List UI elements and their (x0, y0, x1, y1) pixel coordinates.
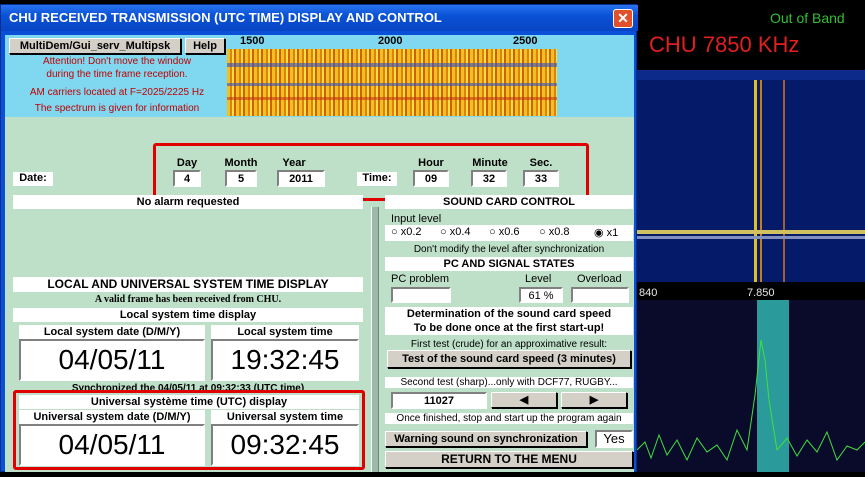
input-level-label: Input level (391, 213, 442, 225)
source-button[interactable]: MultiDem/Gui_serv_Multipsk (9, 38, 181, 54)
level-field: 61 % (519, 287, 563, 303)
once-finished-text: Once finished, stop and start up the pro… (385, 413, 633, 424)
pc-problem-field (391, 287, 451, 303)
radio-x0-6[interactable]: ○ x0.6 (489, 226, 520, 238)
local-time-display: 19:32:45 (211, 339, 359, 381)
speed-heading-2: To be done once at the first start-up! (385, 321, 633, 335)
radio-x0-8[interactable]: ○ x0.8 (539, 226, 570, 238)
splitter[interactable] (371, 207, 379, 472)
radio-x0-2[interactable]: ○ x0.2 (391, 226, 422, 238)
alarm-status: No alarm requested (13, 195, 363, 209)
help-button[interactable]: Help (185, 38, 225, 54)
warning-line-2: during the time frame reception. (46, 69, 188, 80)
pc-problem-label: PC problem (391, 273, 450, 285)
utc-highlight (13, 390, 365, 470)
radio-icon[interactable]: ○ (539, 226, 546, 238)
axis-left-label: 840 (639, 287, 658, 299)
window-client: MultiDem/Gui_serv_Multipsk Help Attentio… (5, 35, 634, 472)
speed-value-field: 11027 (391, 392, 487, 409)
warning-line-3: AM carriers located at F=2025/2225 Hz (29, 87, 205, 98)
speed-right-button[interactable]: ▶ (561, 392, 627, 408)
datetime-highlight (153, 143, 589, 201)
local-date-display: 04/05/11 (19, 339, 205, 381)
pc-signal-states-heading: PC AND SIGNAL STATES (385, 257, 633, 271)
chu-window: CHU RECEIVED TRANSMISSION (UTC TIME) DIS… (0, 4, 638, 472)
axis-mid-label: 7.850 (747, 287, 775, 299)
frequency-title: CHU 7850 KHz (649, 32, 800, 57)
warning-sound-button[interactable]: Warning sound on synchronization (385, 431, 587, 447)
close-icon[interactable]: ✕ (613, 9, 633, 28)
radio-x1[interactable]: ◉ x1 (594, 226, 618, 239)
valid-frame-text: A valid frame has been received from CHU… (94, 294, 282, 305)
waterfall-panel: Out of Band CHU 7850 KHz 840 7.850 (636, 0, 865, 472)
speed-heading-1: Determination of the sound card speed (385, 307, 633, 321)
first-test-text: First test (crude) for an approximative … (410, 339, 608, 350)
band-status: Out of Band (770, 10, 845, 26)
spectrum-tick-2000: 2000 (378, 35, 403, 47)
radio-selected-icon[interactable]: ◉ (594, 227, 604, 239)
window-title: CHU RECEIVED TRANSMISSION (UTC TIME) DIS… (1, 5, 638, 31)
radio-icon[interactable]: ○ (440, 226, 447, 238)
local-date-label: Local system date (D/M/Y) (19, 325, 205, 339)
radio-icon[interactable]: ○ (489, 226, 496, 238)
spectrum-waterfall (227, 49, 557, 116)
waterfall-top (637, 70, 865, 282)
level-note: Don't modify the level after synchroniza… (413, 244, 605, 255)
local-time-label: Local system time (211, 325, 359, 339)
spectrum-tick-2500: 2500 (513, 35, 538, 47)
date-label: Date: (13, 172, 53, 186)
warning-line-1: Attention! Don't move the window (42, 56, 192, 67)
second-test-text: Second test (sharp)...only with DCF77, R… (385, 377, 633, 388)
local-sys-display: Local system time display (13, 308, 363, 322)
overload-label: Overload (577, 273, 622, 285)
speed-left-button[interactable]: ◀ (491, 392, 557, 408)
level-label: Level (525, 273, 552, 285)
return-to-menu-button[interactable]: RETURN TO THE MENU (385, 451, 633, 468)
spectrum-tick-1500: 1500 (240, 35, 265, 47)
local-heading: LOCAL AND UNIVERSAL SYSTEM TIME DISPLAY (13, 277, 363, 292)
overload-field (571, 287, 629, 303)
test-speed-button[interactable]: Test of the sound card speed (3 minutes) (387, 350, 631, 368)
radio-x0-4[interactable]: ○ x0.4 (440, 226, 471, 238)
warning-line-4: The spectrum is given for information (34, 103, 200, 114)
radio-icon[interactable]: ○ (391, 226, 398, 238)
spectrum-plot (636, 300, 865, 472)
warning-sound-value: Yes (595, 430, 633, 448)
sound-card-heading: SOUND CARD CONTROL (385, 195, 633, 209)
